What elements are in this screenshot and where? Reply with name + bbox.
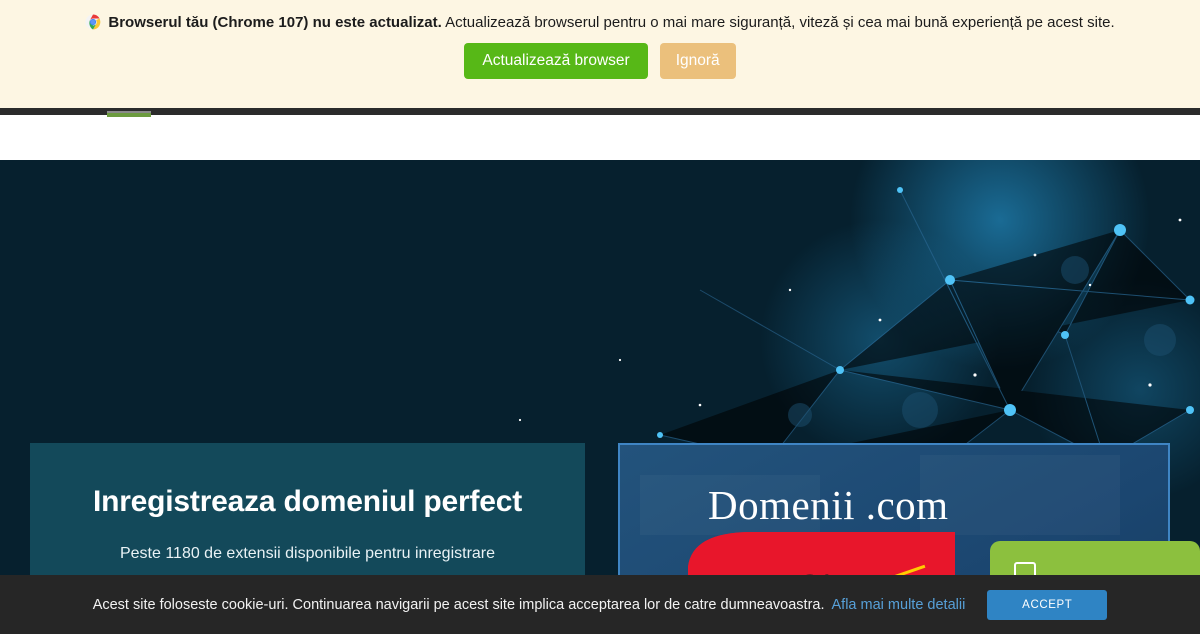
cookie-accept-button[interactable]: ACCEPT: [987, 589, 1108, 620]
chat-bubble-icon: [1014, 562, 1036, 575]
update-banner-actions: Actualizează browser Ignoră: [0, 43, 1200, 79]
chrome-icon: [85, 14, 101, 30]
cookie-consent-bar: Acest site foloseste cookie-uri. Continu…: [0, 575, 1200, 634]
cookie-details-link[interactable]: Afla mai multe detalii: [832, 597, 966, 613]
currency-symbol: €: [843, 568, 863, 575]
domain-search-panel: Inregistreaza domeniul perfect Peste 118…: [30, 443, 585, 575]
page-title: Inregistreaza domeniul perfect: [92, 485, 523, 518]
hero-section: Inregistreaza domeniul perfect Peste 118…: [0, 160, 1200, 575]
search-subtitle: Peste 1180 de extensii disponibile pentr…: [119, 545, 496, 562]
live-chat-widget[interactable]: [990, 541, 1200, 575]
promo-old-price: 13.34€: [752, 567, 863, 575]
update-headline: Browserul tău (Chrome 107) nu este actua…: [108, 14, 442, 31]
page-root: Acasa Domenii Gazduire Email Suport: [0, 0, 1200, 634]
ignore-update-button[interactable]: Ignoră: [659, 43, 736, 79]
update-message: Actualizează browserul pentru o mai mare…: [445, 14, 1115, 31]
update-banner-text: Browserul tău (Chrome 107) nu este actua…: [0, 9, 1200, 36]
browser-update-banner: Browserul tău (Chrome 107) nu este actua…: [0, 0, 1200, 111]
cookie-message: Acest site foloseste cookie-uri. Continu…: [92, 596, 825, 613]
update-browser-button[interactable]: Actualizează browser: [464, 43, 648, 79]
old-price-value: 13.: [752, 568, 805, 575]
